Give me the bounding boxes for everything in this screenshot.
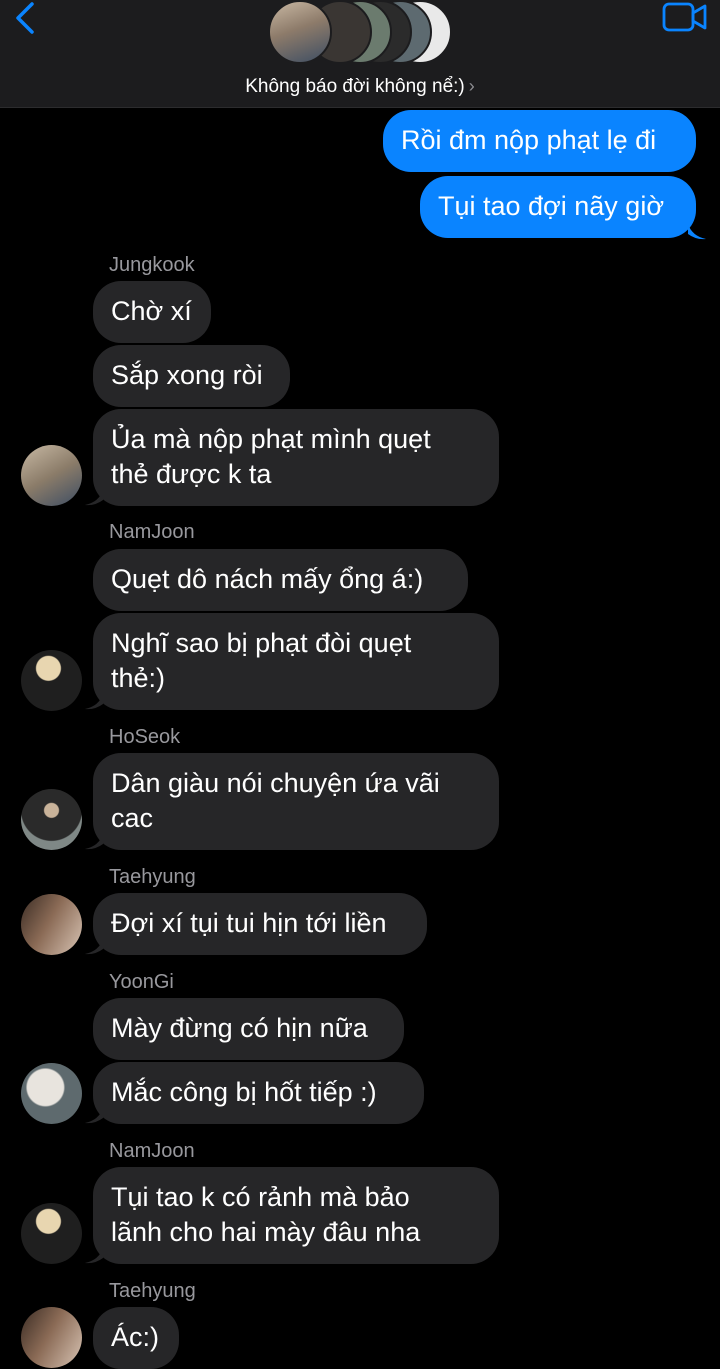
avatar-namjoon[interactable] — [21, 1203, 82, 1264]
incoming-message[interactable]: Ác:) — [93, 1307, 179, 1369]
chevron-left-icon — [16, 2, 34, 34]
group-name-link[interactable]: Không báo đời không nể:) › — [0, 76, 720, 98]
video-call-button[interactable] — [662, 2, 708, 32]
message-text: Ác:) — [111, 1322, 160, 1352]
group-avatar-stack[interactable] — [268, 0, 458, 68]
bubble-tail — [85, 490, 103, 506]
message-text: lãnh cho hai mày đâu nha — [111, 1217, 421, 1247]
message-text: Nghĩ sao bị phạt đòi quẹt — [111, 628, 412, 658]
video-camera-icon — [662, 2, 707, 32]
sender-name: HoSeok — [109, 726, 181, 748]
message-text: thẻ:) — [111, 663, 166, 693]
avatar-taehyung[interactable] — [21, 894, 82, 955]
bubble-tail — [85, 694, 103, 710]
message-text: Ủa mà nộp phạt mình quẹt — [111, 424, 431, 454]
incoming-message[interactable]: Đợi xí tụi tui hịn tới liền — [93, 893, 427, 955]
message-text: Tụi tao k có rảnh mà bảo — [111, 1182, 410, 1212]
bubble-tail — [688, 224, 706, 240]
incoming-message[interactable]: Sắp xong ròi — [93, 345, 290, 407]
message-text: Sắp xong ròi — [111, 360, 263, 390]
sender-name: Taehyung — [109, 1280, 196, 1302]
bubble-tail — [85, 834, 103, 850]
message-text: Đợi xí tụi tui hịn tới liền — [111, 908, 387, 938]
sender-name: Jungkook — [109, 254, 195, 276]
chat-header: Không báo đời không nể:) › — [0, 0, 720, 108]
incoming-message[interactable]: Mày đừng có hịn nữa — [93, 998, 404, 1060]
chevron-right-icon: › — [468, 76, 475, 96]
message-text: thẻ được k ta — [111, 459, 272, 489]
avatar-jungkook[interactable] — [21, 445, 82, 506]
incoming-message[interactable]: Quẹt dô nách mấy ổng á:) — [93, 549, 468, 611]
incoming-message[interactable]: Dân giàu nói chuyện ứa vãi cac — [93, 753, 499, 850]
incoming-message[interactable]: Chờ xí — [93, 281, 211, 343]
message-text: Mắc công bị hốt tiếp :) — [111, 1077, 377, 1107]
group-name: Không báo đời không nể:) — [245, 76, 465, 97]
message-text: cac — [111, 803, 154, 833]
message-text: Rồi đm nộp phạt lẹ đi — [401, 125, 657, 155]
message-text: Quẹt dô nách mấy ổng á:) — [111, 564, 424, 594]
bubble-tail — [85, 1248, 103, 1264]
sender-name: Taehyung — [109, 866, 196, 888]
outgoing-message[interactable]: Tụi tao đợi nãy giờ — [420, 176, 696, 238]
bubble-tail — [85, 939, 103, 955]
avatar-namjoon[interactable] — [21, 650, 82, 711]
avatar-taehyung[interactable] — [21, 1307, 82, 1368]
incoming-message[interactable]: Mắc công bị hốt tiếp :) — [93, 1062, 424, 1124]
sender-name: NamJoon — [109, 1140, 195, 1162]
avatar-yoongi[interactable] — [21, 1063, 82, 1124]
avatar-hoseok[interactable] — [21, 789, 82, 850]
group-avatar — [268, 0, 332, 64]
incoming-message[interactable]: Nghĩ sao bị phạt đòi quẹt thẻ:) — [93, 613, 499, 710]
incoming-message[interactable]: Tụi tao k có rảnh mà bảo lãnh cho hai mà… — [93, 1167, 499, 1264]
incoming-message[interactable]: Ủa mà nộp phạt mình quẹt thẻ được k ta — [93, 409, 499, 506]
back-button[interactable] — [10, 0, 40, 36]
bubble-tail — [85, 1108, 103, 1124]
message-text: Mày đừng có hịn nữa — [111, 1013, 368, 1043]
sender-name: NamJoon — [109, 521, 195, 543]
message-text: Chờ xí — [111, 296, 192, 326]
message-text: Tụi tao đợi nãy giờ — [438, 191, 665, 221]
message-text: Dân giàu nói chuyện ứa vãi — [111, 768, 440, 798]
sender-name: YoonGi — [109, 971, 174, 993]
outgoing-message[interactable]: Rồi đm nộp phạt lẹ đi — [383, 110, 696, 172]
